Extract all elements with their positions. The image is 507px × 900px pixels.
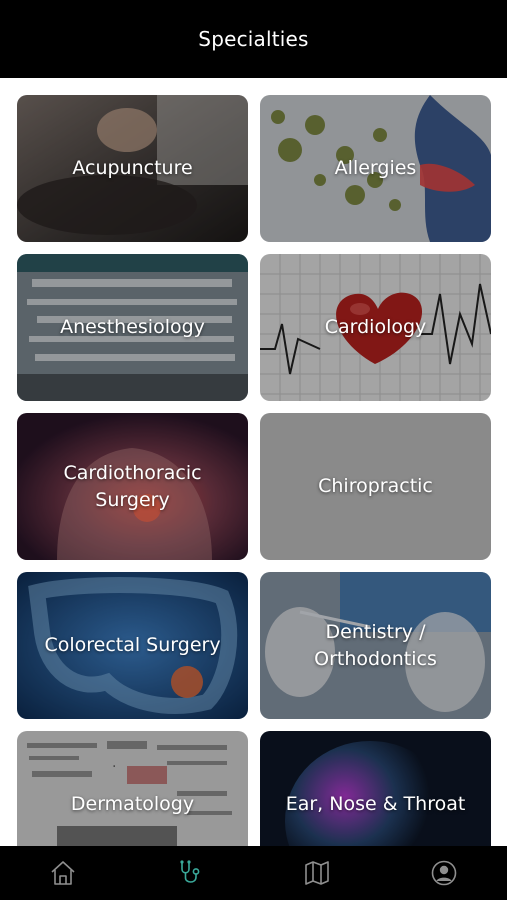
specialty-tile-allergies[interactable]: Allergies	[260, 95, 491, 242]
tab-home[interactable]	[33, 846, 93, 900]
specialty-label: Chiropractic	[318, 475, 433, 497]
specialty-label: Dermatology	[70, 793, 195, 815]
specialty-tile-dermatology[interactable]: · Dermatology	[17, 731, 248, 846]
tab-specialties[interactable]	[160, 846, 220, 900]
bottom-tab-bar	[0, 846, 507, 900]
map-icon	[305, 861, 329, 885]
specialty-tile-cardiothoracic-surgery[interactable]: Cardiothoracic Surgery	[17, 413, 248, 560]
specialty-label: Dentistry / Orthodontics	[314, 620, 437, 670]
specialty-label: Acupuncture	[72, 157, 193, 179]
home-icon	[51, 861, 75, 885]
specialty-tile-colorectal-surgery[interactable]: Colorectal Surgery	[17, 572, 248, 719]
specialty-tile-chiropractic[interactable]: Chiropractic	[260, 413, 491, 560]
app-header: Specialties	[0, 0, 507, 78]
specialty-label: Anesthesiology	[60, 316, 205, 338]
specialty-label: Allergies	[334, 157, 417, 179]
tab-profile[interactable]	[414, 846, 474, 900]
specialty-tile-cardiology[interactable]: Cardiology	[260, 254, 491, 401]
profile-icon	[431, 860, 456, 886]
specialty-label: Ear, Nose & Throat	[285, 793, 466, 815]
specialty-label: Cardiology	[324, 316, 427, 338]
tile-overlay	[17, 731, 248, 846]
page-title: Specialties	[198, 27, 309, 51]
specialty-label: Colorectal Surgery	[44, 634, 221, 656]
tile-overlay	[260, 731, 491, 846]
specialty-tile-dentistry-orthodontics[interactable]: Dentistry / Orthodontics	[260, 572, 491, 719]
stethoscope-icon	[180, 860, 200, 883]
specialty-tile-ear-nose-throat[interactable]: Ear, Nose & Throat	[260, 731, 491, 846]
specialty-label: Cardiothoracic Surgery	[63, 461, 202, 511]
specialties-grid: Acupuncture Allergies Anesthesiology Car…	[17, 95, 491, 846]
specialties-list[interactable]: Acupuncture Allergies Anesthesiology Car…	[0, 78, 507, 846]
specialty-tile-acupuncture[interactable]: Acupuncture	[17, 95, 248, 242]
tab-map[interactable]	[287, 846, 347, 900]
specialty-tile-anesthesiology[interactable]: Anesthesiology	[17, 254, 248, 401]
